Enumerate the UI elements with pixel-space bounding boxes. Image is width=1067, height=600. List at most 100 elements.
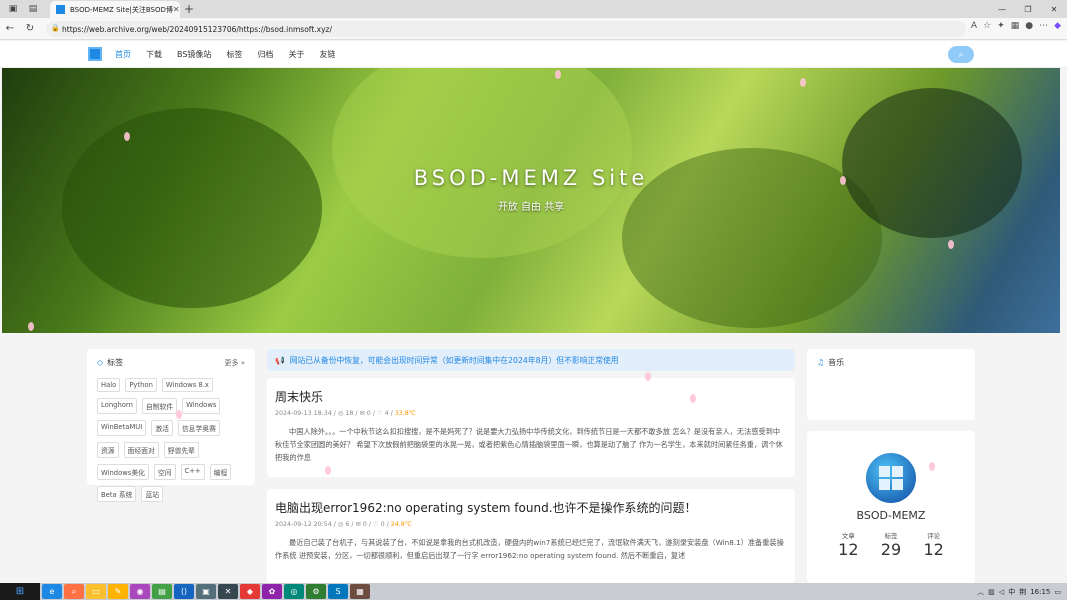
taskbar-app-icon[interactable]: ◆ (240, 584, 260, 599)
volume-icon[interactable]: ◁ (999, 588, 1004, 596)
main-nav: 首页 下载 BS镜像站 标签 归档 关于 友链 (115, 49, 335, 60)
profile-name: BSOD-MEMZ (856, 509, 926, 522)
back-icon[interactable]: ← (0, 23, 20, 34)
taskbar-explorer-icon[interactable]: ▭ (86, 584, 106, 599)
tag-item[interactable]: Longhorn (97, 398, 137, 414)
hero-banner: BSOD-MEMZ Site 开放 自由 共享 (2, 68, 1060, 333)
windows-start-icon: ⊞ (15, 586, 25, 597)
favorite-star-icon[interactable]: ☆ (983, 21, 991, 31)
stat-posts[interactable]: 文章 12 (838, 530, 858, 559)
taskbar-app-icon[interactable]: ▣ (196, 584, 216, 599)
taskbar-vscode-icon[interactable]: ⟨⟩ (174, 584, 194, 599)
copilot-icon[interactable]: ◆ (1054, 21, 1061, 31)
tag-item[interactable]: Windows 8.x (161, 378, 213, 392)
system-tray: ︿ ▥ ◁ 中 荆 16:15 ▭ (977, 583, 1067, 600)
restore-icon[interactable]: ❐ (1015, 0, 1041, 18)
tag-item[interactable]: Beta 系统 (97, 486, 137, 502)
post-card[interactable]: 电脑出现error1962:no operating system found.… (267, 489, 795, 583)
tray-expand-icon[interactable]: ︿ (977, 587, 984, 597)
taskbar-app-icon[interactable]: ▤ (152, 584, 172, 599)
music-widget-title: 音乐 (828, 358, 845, 367)
tags-more-link[interactable]: 更多 » (224, 358, 245, 368)
tag-item[interactable]: 编程 (209, 464, 232, 480)
tab-title: BSOD-MEMZ Site|关注BSOD博 (70, 5, 173, 14)
taskbar-search-icon[interactable]: ⌕ (64, 584, 84, 599)
url-field[interactable]: 🔒 https://web.archive.org/web/2024091512… (46, 21, 966, 37)
nav-about[interactable]: 关于 (288, 49, 304, 60)
nav-home[interactable]: 首页 (115, 49, 131, 60)
post-meta: 2024-09-12 20:54 / ◎ 6 / ✉ 0 / ♡ 0 / 24.… (275, 521, 412, 528)
new-tab-button[interactable]: + (184, 2, 194, 16)
tag-item[interactable]: Halo (97, 378, 121, 392)
tag-item[interactable]: 激活 (151, 420, 173, 436)
hero-subtitle: 开放 自由 共享 (497, 202, 565, 213)
tag-item[interactable]: Windows美化 (97, 464, 149, 480)
minimize-icon[interactable]: — (989, 0, 1015, 18)
petal-decoration (325, 466, 331, 475)
tag-item[interactable]: Windows (182, 398, 221, 414)
close-window-icon[interactable]: ✕ (1041, 0, 1067, 18)
tag-item[interactable]: 空间 (153, 464, 176, 480)
petal-decoration (929, 462, 935, 471)
clock[interactable]: 16:15 (1030, 588, 1050, 596)
tag-item[interactable]: 面经面对 (123, 442, 159, 458)
tags-widget: ◇ 标签 更多 » Halo Python Windows 8.x Longhorn 自… (87, 349, 255, 502)
site-logo-icon[interactable] (88, 47, 102, 61)
profile-avatar-icon[interactable]: ● (1025, 21, 1033, 31)
stat-tags[interactable]: 标签 29 (881, 530, 901, 559)
taskbar-app-icon[interactable]: ◎ (284, 584, 304, 599)
network-icon[interactable]: ▥ (988, 588, 995, 596)
taskbar-app-icon[interactable]: ✕ (218, 584, 238, 599)
notification-icon[interactable]: ▭ (1054, 588, 1061, 596)
tag-item[interactable]: Python (125, 378, 157, 392)
post-title[interactable]: 电脑出现error1962:no operating system found.… (267, 489, 795, 516)
workspaces-icon[interactable]: ▣ (6, 2, 20, 16)
start-button[interactable]: ⊞ (0, 583, 40, 600)
post-card[interactable]: 周末快乐 2024-09-13 18:34 / ◎ 18 / ✉ 0 / ♡ 4… (267, 378, 795, 477)
post-meta: 2024-09-13 18:34 / ◎ 18 / ✉ 0 / ♡ 4 / 33… (275, 410, 416, 417)
tab-close-icon[interactable]: ✕ (173, 5, 180, 14)
music-widget: ♫ 音乐 (807, 349, 975, 420)
petal-decoration (840, 176, 846, 185)
tag-item[interactable]: 信息学奥赛 (177, 420, 220, 436)
refresh-icon[interactable]: ↻ (20, 23, 40, 34)
site-favicon-icon (56, 5, 65, 14)
tags-widget-title: 标签 (107, 358, 124, 367)
taskbar-app-icon[interactable]: ✿ (262, 584, 282, 599)
taskbar-app-icon[interactable]: ✎ (108, 584, 128, 599)
taskbar-app-icon[interactable]: ◉ (130, 584, 150, 599)
post-title[interactable]: 周末快乐 (267, 378, 795, 405)
tag-item[interactable]: C++ (180, 464, 205, 480)
profile-stats: 文章 12 标签 29 评论 12 (807, 530, 975, 559)
tab-actions-icon[interactable]: ▤ (26, 2, 40, 16)
taskbar-app-icon[interactable]: ⚙ (306, 584, 326, 599)
nav-links[interactable]: 友链 (319, 49, 335, 60)
collections-icon[interactable]: ▦ (1011, 21, 1020, 31)
nav-tags[interactable]: 标签 (226, 49, 242, 60)
avatar[interactable] (866, 453, 916, 503)
post-excerpt: 最近自己装了台机子，与其说装了台，不如说是拿我的台式机改造，硬盘内的win7系统… (275, 538, 784, 560)
search-button[interactable]: ⌕ (948, 46, 974, 63)
tag-item[interactable]: 资源 (97, 442, 119, 458)
more-menu-icon[interactable]: ⋯ (1039, 21, 1048, 31)
tag-item[interactable]: WinBetaMUI (97, 420, 147, 436)
ime-indicator[interactable]: 中 (1008, 587, 1015, 597)
read-aloud-icon[interactable]: A (971, 21, 977, 31)
taskbar-app-icon[interactable]: S (328, 584, 348, 599)
window-controls: — ❐ ✕ (989, 0, 1067, 18)
tag-item[interactable]: 蓝站 (141, 486, 164, 502)
nav-archive[interactable]: 归档 (257, 49, 273, 60)
browser-tab-active[interactable]: BSOD-MEMZ Site|关注BSOD博 ✕ (50, 1, 180, 18)
nav-download[interactable]: 下载 (146, 49, 162, 60)
extensions-icon[interactable]: ✦ (997, 21, 1005, 31)
tag-icon: ◇ (97, 358, 104, 367)
tag-item[interactable]: 自制软件 (141, 398, 178, 414)
taskbar-edge-icon[interactable]: e (42, 584, 62, 599)
petal-decoration (176, 410, 182, 419)
lock-icon: 🔒 (51, 24, 60, 32)
ime-mode[interactable]: 荆 (1019, 587, 1026, 597)
taskbar-app-icon[interactable]: ▦ (350, 584, 370, 599)
stat-comments[interactable]: 评论 12 (923, 530, 943, 559)
nav-mirror[interactable]: BS镜像站 (177, 49, 211, 60)
tag-item[interactable]: 野兽先辈 (163, 442, 199, 458)
